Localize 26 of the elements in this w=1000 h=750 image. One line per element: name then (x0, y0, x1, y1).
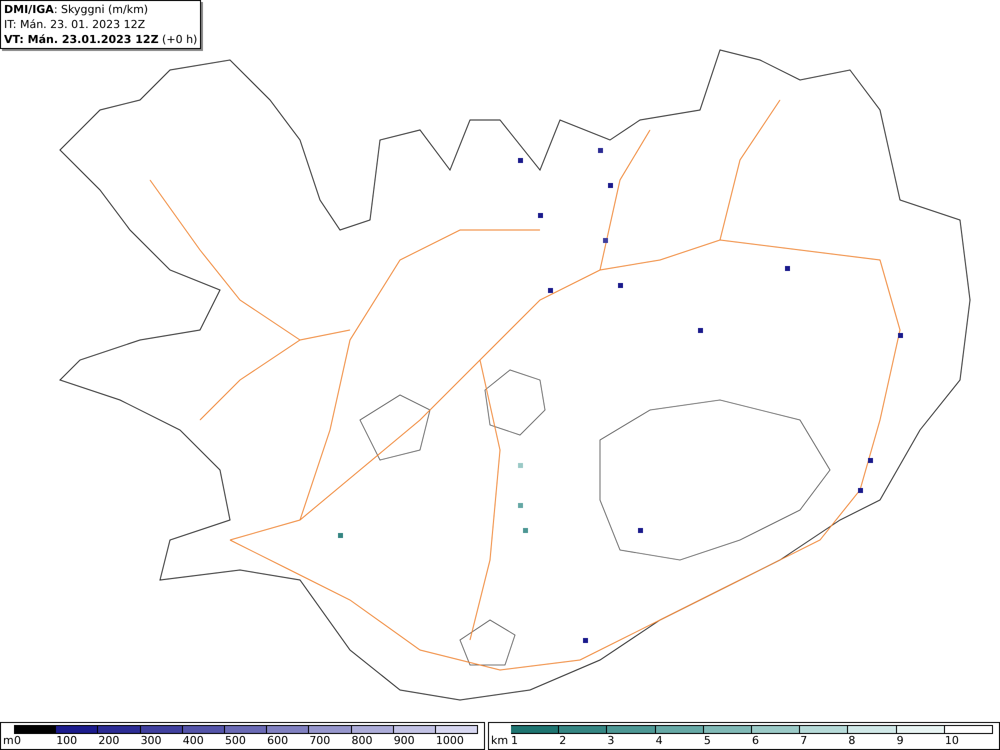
legend-label: 1000 (436, 734, 465, 747)
legend-label: 300 (140, 734, 163, 747)
legend-label: 500 (224, 734, 247, 747)
legend-label: 400 (182, 734, 205, 747)
legend-label: 700 (309, 734, 332, 747)
legend-label: 8 (848, 734, 856, 747)
legend-label: 4 (656, 734, 664, 747)
unit-label: km (491, 734, 510, 747)
legend-label: 900 (394, 734, 416, 747)
legend-label: 2 (559, 734, 568, 747)
unit-label: m (3, 734, 14, 747)
legend-label: 9 (896, 734, 905, 747)
legend-label: 800 (352, 734, 374, 747)
legend-label: 100 (56, 734, 78, 747)
info-line: VT: Mán. 23.01.2023 12Z (+0 h) (4, 32, 198, 47)
info-line: IT: Mán. 23. 01. 2023 12Z (4, 17, 146, 32)
legend-label: 200 (98, 734, 120, 747)
legend-label: 0 (14, 734, 22, 747)
legend-label: 5 (704, 734, 712, 747)
legend-label: 600 (267, 734, 290, 747)
info-line: DMI/IGA: Skyggni (m/km) (4, 2, 150, 17)
legend-label: 3 (607, 734, 616, 747)
legend-label: 7 (800, 734, 808, 747)
legend-label: 6 (752, 734, 760, 747)
legend-label: 1 (511, 734, 519, 747)
legend-label: 10 (944, 734, 960, 747)
